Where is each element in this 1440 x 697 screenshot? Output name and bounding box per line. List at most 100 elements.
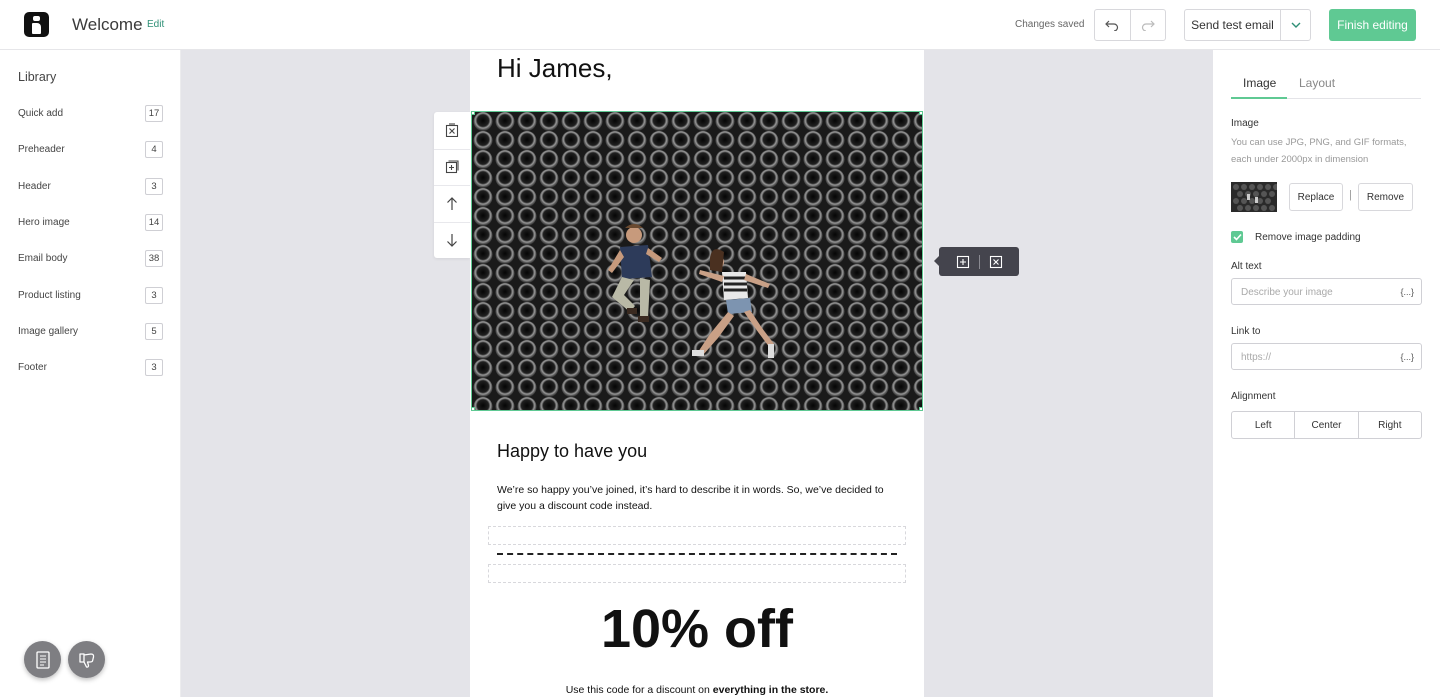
tab-image[interactable]: Image <box>1243 76 1276 90</box>
arrow-down-icon <box>447 234 457 248</box>
top-bar: Welcome Edit Changes saved Send test ema… <box>0 0 1440 50</box>
link-field: {...} <box>1231 343 1422 370</box>
delete-icon <box>445 123 459 138</box>
alt-text-field: {...} <box>1231 278 1422 305</box>
library-item-label: Quick add <box>18 107 64 119</box>
move-down-button[interactable] <box>434 221 470 259</box>
alignment-segmented-control: Left Center Right <box>1231 411 1422 439</box>
replace-image-button[interactable]: Replace <box>1289 183 1343 211</box>
remove-image-button[interactable]: Remove <box>1358 183 1413 211</box>
checkmark-icon <box>1232 233 1242 241</box>
spacer-block[interactable] <box>488 564 906 583</box>
discount-code-text[interactable]: Use this code for a discount on everythi… <box>470 684 924 696</box>
library-item-count: 5 <box>145 322 163 340</box>
resize-handle[interactable] <box>919 407 922 410</box>
move-up-button[interactable] <box>434 185 470 222</box>
library-item-count: 17 <box>145 104 163 122</box>
undo-icon <box>1105 20 1119 31</box>
spacer-block[interactable] <box>488 526 906 545</box>
library-item-label: Product listing <box>18 289 81 301</box>
align-left-button[interactable]: Left <box>1232 412 1294 438</box>
image-format-hint: You can use JPG, PNG, and GIF formats, e… <box>1231 137 1407 165</box>
link-to-label: Link to <box>1231 326 1261 337</box>
alt-text-label: Alt text <box>1231 261 1262 272</box>
duplicate-icon <box>445 160 459 174</box>
library-item-quick-add[interactable]: Quick add 17 <box>18 104 163 122</box>
remove-element-button[interactable] <box>980 255 1012 269</box>
remove-padding-label[interactable]: Remove image padding <box>1255 232 1361 243</box>
library-item-count: 3 <box>145 177 163 195</box>
notes-button[interactable] <box>24 641 61 678</box>
feedback-button[interactable] <box>68 641 105 678</box>
library-item-label: Preheader <box>18 143 65 155</box>
merge-tag-button[interactable]: {...} <box>1400 352 1414 362</box>
library-item-email-body[interactable]: Email body 38 <box>18 249 163 267</box>
send-options-dropdown[interactable] <box>1280 10 1310 40</box>
align-center-button[interactable]: Center <box>1294 412 1357 438</box>
resize-handle[interactable] <box>919 112 922 115</box>
properties-panel: Image Layout Image You can use JPG, PNG,… <box>1213 50 1440 697</box>
library-item-label: Image gallery <box>18 325 79 337</box>
hero-image-block[interactable] <box>471 111 923 411</box>
hero-photo <box>472 112 922 410</box>
library-item-footer[interactable]: Footer 3 <box>18 358 163 376</box>
library-item-count: 3 <box>145 358 163 376</box>
library-item-preheader[interactable]: Preheader 4 <box>18 140 163 158</box>
library-item-count: 14 <box>145 213 163 231</box>
add-icon <box>956 255 969 268</box>
edit-title-link[interactable]: Edit <box>147 19 164 30</box>
library-item-header[interactable]: Header 3 <box>18 177 163 195</box>
document-icon <box>35 650 50 669</box>
library-item-label: Hero image <box>18 216 70 228</box>
email-title: Welcome <box>72 15 143 34</box>
library-item-product-listing[interactable]: Product listing 3 <box>18 286 163 304</box>
library-item-label: Header <box>18 180 51 192</box>
merge-tag-button[interactable]: {...} <box>1400 287 1414 297</box>
send-test-email-button[interactable]: Send test email <box>1185 10 1280 40</box>
code-text-prefix: Use this code for a discount on <box>565 684 713 696</box>
redo-button[interactable] <box>1129 10 1166 40</box>
image-floating-toolbar <box>934 247 1019 276</box>
email-canvas: Hi James, Happy to have you We’re so hap… <box>181 50 1213 697</box>
save-status: Changes saved <box>1015 19 1085 30</box>
alignment-label: Alignment <box>1231 391 1276 402</box>
thumbs-down-icon <box>78 652 94 668</box>
email-document: Hi James, Happy to have you We’re so hap… <box>470 50 924 697</box>
library-item-label: Footer <box>18 361 47 373</box>
redo-icon <box>1141 20 1155 31</box>
remove-padding-checkbox[interactable] <box>1231 231 1243 243</box>
panel-tabs: Image Layout <box>1231 74 1421 99</box>
section-heading[interactable]: Happy to have you <box>497 441 647 462</box>
chevron-down-icon <box>1291 22 1300 28</box>
library-sidebar: Library Quick add 17 Preheader 4 Header 3 H… <box>0 50 181 697</box>
button-separator: | <box>1349 189 1352 201</box>
code-text-emphasis: everything in the store. <box>712 684 829 696</box>
discount-headline[interactable]: 10% off <box>470 598 924 660</box>
image-thumbnail <box>1231 182 1277 212</box>
block-toolbar <box>434 112 470 258</box>
library-item-count: 38 <box>145 249 163 267</box>
finish-editing-button[interactable]: Finish editing <box>1329 9 1416 41</box>
library-item-hero-image[interactable]: Hero image 14 <box>18 213 163 231</box>
image-section-label: Image <box>1231 118 1259 129</box>
app-logo[interactable] <box>24 12 49 37</box>
dashed-divider[interactable] <box>497 553 897 555</box>
alt-text-input[interactable] <box>1241 284 1391 300</box>
library-item-count: 3 <box>145 286 163 304</box>
delete-block-button[interactable] <box>434 112 470 149</box>
resize-handle[interactable] <box>472 112 475 115</box>
link-url-input[interactable] <box>1241 349 1391 365</box>
tab-layout[interactable]: Layout <box>1299 76 1335 90</box>
body-paragraph[interactable]: We’re so happy you’ve joined, it’s hard … <box>497 482 897 514</box>
email-greeting[interactable]: Hi James, <box>497 53 613 84</box>
duplicate-block-button[interactable] <box>434 148 470 186</box>
undo-button[interactable] <box>1095 10 1130 40</box>
align-right-button[interactable]: Right <box>1357 412 1421 438</box>
close-icon <box>989 255 1002 268</box>
arrow-up-icon <box>447 196 457 210</box>
library-item-image-gallery[interactable]: Image gallery 5 <box>18 322 163 340</box>
send-test-group: Send test email <box>1184 9 1311 41</box>
resize-handle[interactable] <box>472 407 475 410</box>
add-element-button[interactable] <box>947 255 979 269</box>
library-title: Library <box>18 70 57 84</box>
